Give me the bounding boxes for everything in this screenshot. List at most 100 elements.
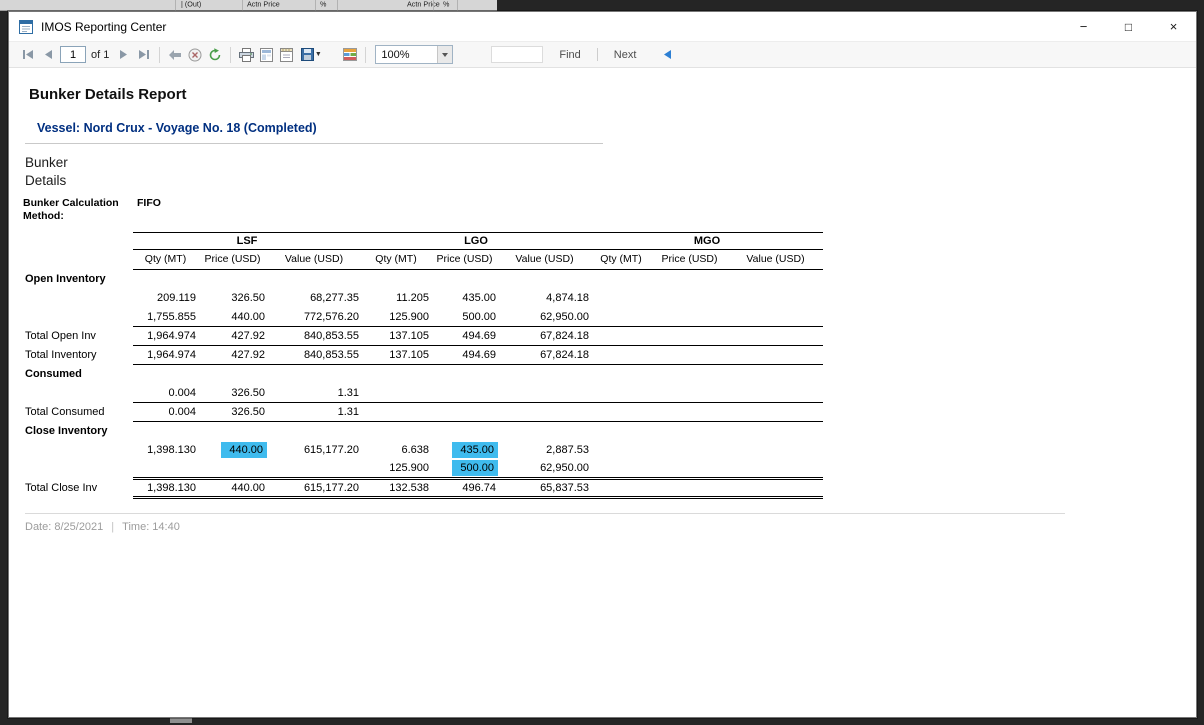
column-divider: [457, 0, 458, 11]
value-cell: [651, 364, 728, 383]
value-cell: [651, 345, 728, 364]
report-subtitle: Vessel: Nord Crux - Voyage No. 18 (Compl…: [37, 121, 1196, 135]
excel-export-icon: [343, 48, 357, 61]
column-divider: [337, 0, 338, 11]
table-row: Total Open Inv1,964.974427.92840,853.551…: [23, 326, 823, 345]
next-page-icon: [118, 49, 130, 60]
row-label: [23, 459, 133, 478]
collapse-arrow-icon: [662, 49, 673, 60]
close-button[interactable]: ×: [1151, 12, 1196, 41]
column-divider: [433, 0, 434, 11]
value-cell: [728, 345, 823, 364]
row-label: Total Open Inv: [23, 326, 133, 345]
background-window-strip: | (Out) Actn Price % Actn Price %: [0, 0, 497, 11]
find-link[interactable]: Find: [559, 49, 580, 61]
value-cell: [591, 383, 651, 402]
background-header-cell: Actn Price: [247, 0, 280, 8]
zoom-dropdown-button[interactable]: [437, 46, 452, 63]
highlighted-value: 440.00: [221, 442, 267, 458]
value-cell: 1,398.130: [133, 440, 198, 459]
app-icon: [18, 19, 34, 35]
value-cell: 326.50: [198, 383, 267, 402]
find-input[interactable]: [491, 46, 543, 63]
value-cell: 1.31: [267, 383, 361, 402]
value-cell: [591, 459, 651, 478]
next-page-button[interactable]: [114, 45, 134, 65]
last-page-button[interactable]: [134, 45, 154, 65]
first-page-button[interactable]: [18, 45, 38, 65]
value-cell: 440.00: [198, 478, 267, 497]
column-divider: [242, 0, 243, 11]
value-cell: 1,964.974: [133, 326, 198, 345]
value-cell: 496.74: [431, 478, 498, 497]
previous-page-icon: [42, 49, 54, 60]
value-cell: [431, 402, 498, 421]
calc-method-row: Bunker Calculation Method: FIFO: [23, 197, 1196, 223]
export-button[interactable]: ▼: [296, 45, 326, 65]
table-row: Open Inventory: [23, 269, 823, 288]
section-title-line1: Bunker: [25, 154, 1196, 172]
page-setup-button[interactable]: [276, 45, 296, 65]
imos-reporting-window: IMOS Reporting Center − □ × of 1: [8, 11, 1197, 718]
calc-method-value: FIFO: [137, 197, 161, 223]
value-cell: [728, 421, 823, 440]
value-cell: 840,853.55: [267, 345, 361, 364]
table-row: Close Inventory: [23, 421, 823, 440]
value-cell: [591, 364, 651, 383]
printer-icon: [239, 48, 254, 62]
column-header: Value (USD): [267, 249, 361, 269]
value-cell: 137.105: [361, 326, 431, 345]
value-cell: 6.638: [361, 440, 431, 459]
print-layout-button[interactable]: [256, 45, 276, 65]
stop-icon: [188, 48, 202, 62]
print-button[interactable]: [236, 45, 256, 65]
excel-export-button[interactable]: [340, 45, 360, 65]
value-cell: [651, 307, 728, 326]
background-header-cell: | (Out): [181, 0, 201, 8]
table-row: 1,755.855440.00772,576.20125.900500.0062…: [23, 307, 823, 326]
page-number-input[interactable]: [60, 46, 86, 63]
value-cell: [651, 288, 728, 307]
value-cell: 137.105: [361, 345, 431, 364]
value-cell: [198, 459, 267, 478]
highlighted-value: 500.00: [452, 460, 498, 476]
back-to-parent-button[interactable]: [165, 45, 185, 65]
value-cell: 615,177.20: [267, 440, 361, 459]
column-divider: [315, 0, 316, 11]
table-row: Total Close Inv1,398.130440.00615,177.20…: [23, 478, 823, 497]
report-viewer: Bunker Details Report Vessel: Nord Crux …: [9, 68, 1196, 717]
value-cell: [728, 307, 823, 326]
report-toolbar: of 1 ▼: [9, 41, 1196, 68]
toolbar-separator: [159, 47, 160, 63]
value-cell: [651, 383, 728, 402]
zoom-select[interactable]: 100%: [375, 45, 453, 64]
stop-button[interactable]: [185, 45, 205, 65]
value-cell: [728, 459, 823, 478]
row-label: [23, 307, 133, 326]
toolbar-separator: [365, 47, 366, 63]
value-cell: 326.50: [198, 288, 267, 307]
value-cell: [498, 402, 591, 421]
fuel-group-header: MGO: [591, 232, 823, 249]
find-next-link[interactable]: Next: [614, 49, 637, 61]
minimize-button[interactable]: −: [1061, 12, 1106, 41]
value-cell: [133, 364, 198, 383]
fuel-group-header: LSF: [133, 232, 361, 249]
maximize-button[interactable]: □: [1106, 12, 1151, 41]
export-dropdown-icon: ▼: [315, 51, 322, 58]
save-export-icon: [301, 48, 314, 61]
fuel-group-header: LGO: [361, 232, 591, 249]
value-cell: [361, 383, 431, 402]
column-header-row: Qty (MT) Price (USD) Value (USD) Qty (MT…: [23, 249, 823, 269]
collapse-panel-button[interactable]: [662, 49, 673, 60]
value-cell: [591, 402, 651, 421]
table-row: Consumed: [23, 364, 823, 383]
value-cell: [728, 440, 823, 459]
value-cell: 435.00: [431, 440, 498, 459]
value-cell: [133, 269, 198, 288]
refresh-button[interactable]: [205, 45, 225, 65]
value-cell: 500.00: [431, 307, 498, 326]
value-cell: 494.69: [431, 326, 498, 345]
previous-page-button[interactable]: [38, 45, 58, 65]
value-cell: [728, 364, 823, 383]
